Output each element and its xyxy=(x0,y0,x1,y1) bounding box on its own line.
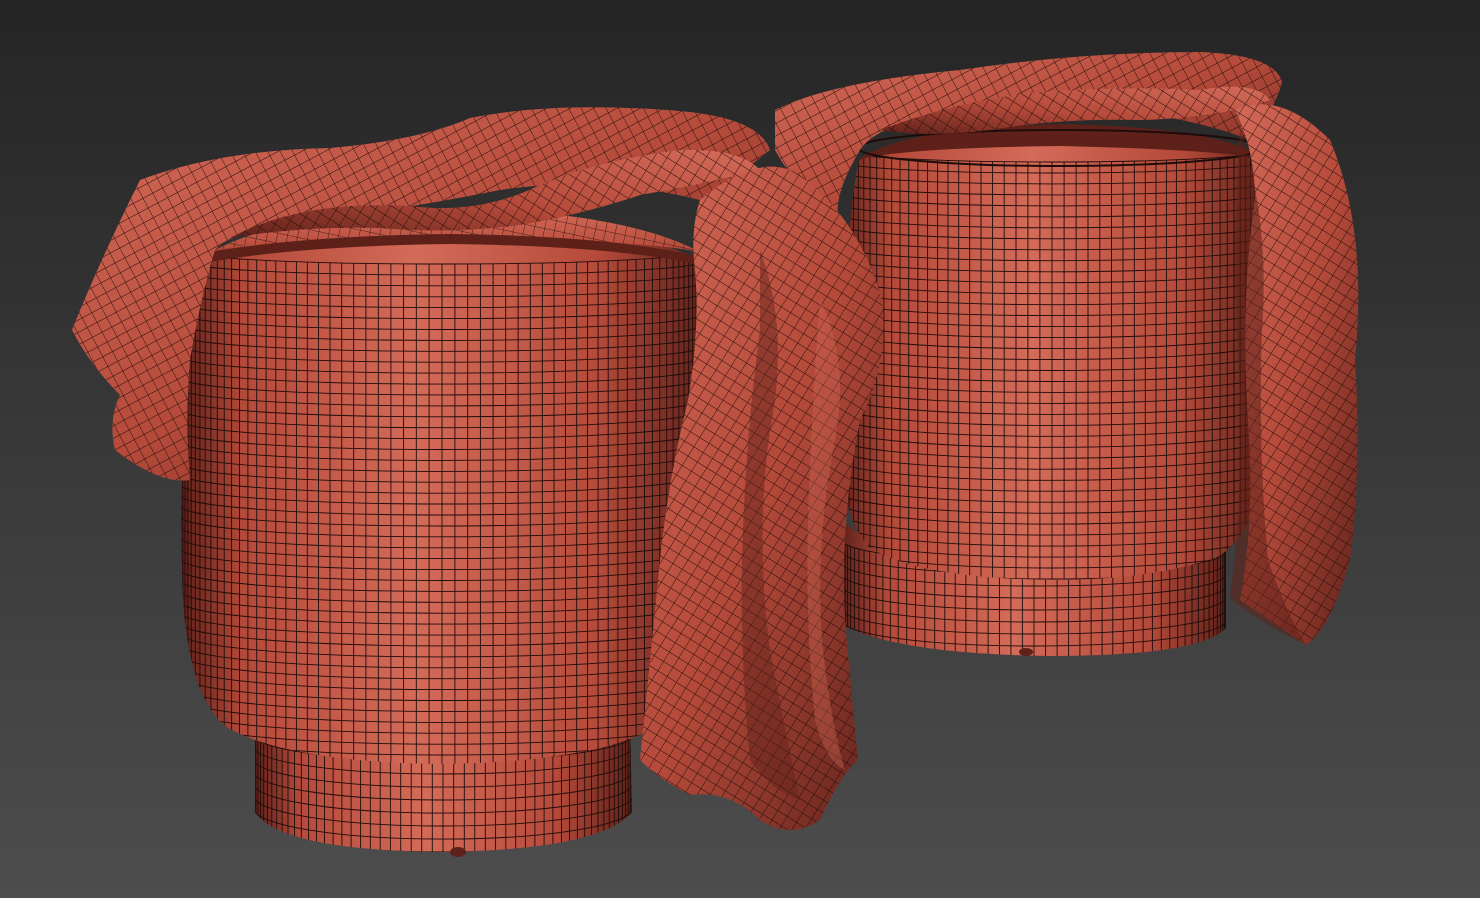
viewport-canvas xyxy=(0,0,1480,898)
pouf-left-foot xyxy=(450,847,466,857)
3d-viewport[interactable] xyxy=(0,0,1480,898)
pouf-right-foot xyxy=(1019,648,1033,656)
